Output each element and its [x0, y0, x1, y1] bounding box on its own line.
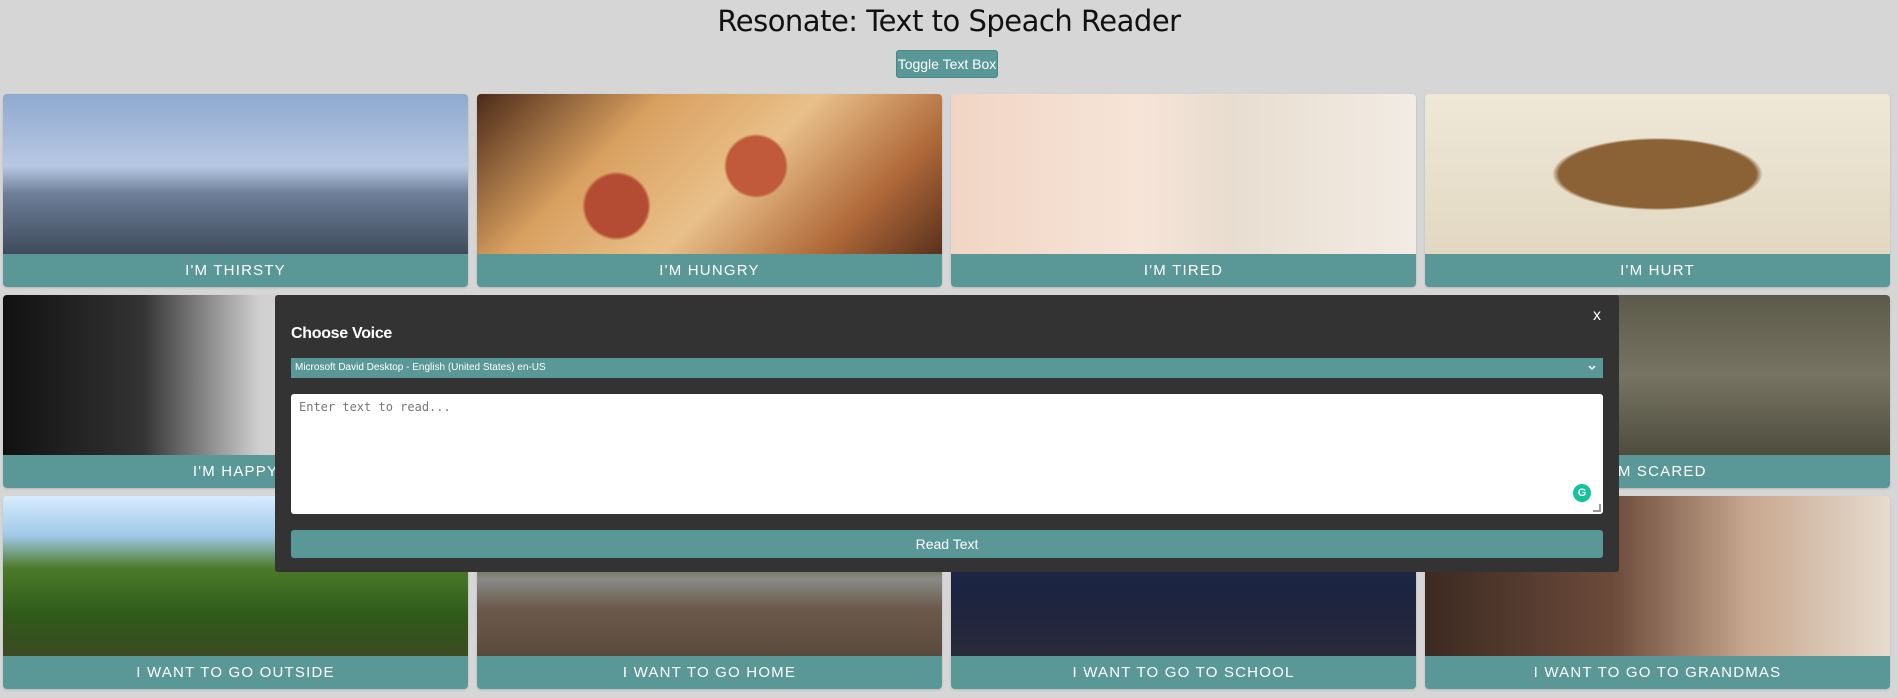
card-label: I'M HURT — [1425, 254, 1890, 287]
selected-voice: Microsoft David Desktop - English (Unite… — [295, 362, 546, 373]
card-hurt[interactable]: I'M HURT — [1425, 94, 1890, 287]
pizza-image — [477, 94, 942, 254]
card-label: I WANT TO GO OUTSIDE — [3, 656, 468, 689]
water-glass-image — [3, 94, 468, 254]
sleeping-child-image — [951, 94, 1416, 254]
card-label: I WANT TO GO TO GRANDMAS — [1425, 656, 1890, 689]
toggle-text-box-button[interactable]: Toggle Text Box — [896, 50, 998, 78]
read-text-button[interactable]: Read Text — [291, 530, 1603, 558]
text-input-placeholder: Enter text to read... — [299, 400, 451, 414]
card-tired[interactable]: I'M TIRED — [951, 94, 1416, 287]
text-box-panel: x Choose Voice Microsoft David Desktop -… — [275, 295, 1619, 572]
resize-handle[interactable] — [1593, 504, 1601, 512]
card-label: I'M THIRSTY — [3, 254, 468, 287]
card-hungry[interactable]: I'M HUNGRY — [477, 94, 942, 287]
voice-select[interactable]: Microsoft David Desktop - English (Unite… — [291, 358, 1603, 378]
page-title: Resonate: Text to Speach Reader — [717, 4, 1181, 38]
chevron-down-icon — [1587, 358, 1597, 386]
card-label: I WANT TO GO TO SCHOOL — [951, 656, 1416, 689]
card-label: I'M TIRED — [951, 254, 1416, 287]
teddy-bear-image — [1425, 94, 1890, 254]
choose-voice-label: Choose Voice — [291, 325, 393, 342]
text-input[interactable]: Enter text to read... G — [291, 394, 1603, 514]
card-label: I WANT TO GO HOME — [477, 656, 942, 689]
card-label: I'M HUNGRY — [477, 254, 942, 287]
grammarly-icon[interactable]: G — [1573, 484, 1591, 502]
close-panel-button[interactable]: x — [1593, 307, 1601, 325]
card-thirsty[interactable]: I'M THIRSTY — [3, 94, 468, 287]
